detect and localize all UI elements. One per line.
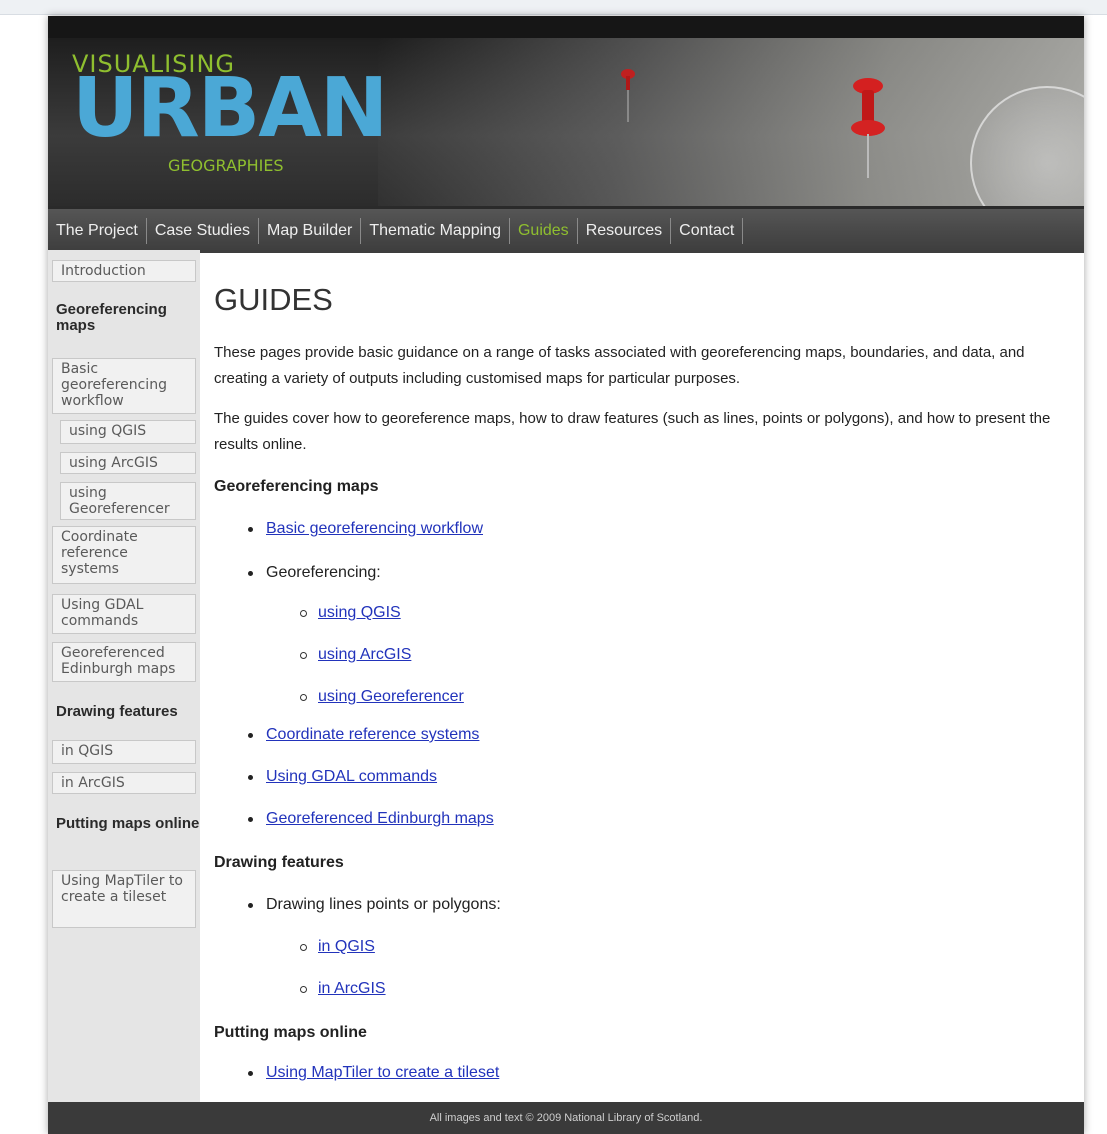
bullet-icon	[248, 775, 253, 780]
circle-bullet-icon	[300, 944, 307, 951]
site-footer: All images and text © 2009 National Libr…	[48, 1102, 1084, 1134]
list-item: Basic georeferencing workflow	[248, 520, 483, 538]
sidebar-item-edinburgh-maps[interactable]: Georeferenced Edinburgh maps	[52, 642, 196, 682]
heading-georeferencing-maps: Georeferencing maps	[214, 478, 379, 495]
circle-bullet-icon	[300, 610, 307, 617]
bullet-icon	[248, 527, 253, 532]
list-item: Using GDAL commands	[248, 768, 437, 786]
bullet-icon	[248, 817, 253, 822]
link-using-georeferencer[interactable]: using Georeferencer	[318, 688, 464, 705]
browser-top-strip	[0, 0, 1107, 15]
link-coordinate-reference-systems[interactable]: Coordinate reference systems	[266, 726, 479, 743]
georeferencing-label: Georeferencing:	[266, 564, 381, 581]
link-gdal-commands[interactable]: Using GDAL commands	[266, 768, 437, 785]
circle-bullet-icon	[300, 652, 307, 659]
logo-urban: URBAN	[72, 61, 388, 156]
sidebar-item-basic-workflow[interactable]: Basic georeferencing workflow	[52, 358, 196, 414]
link-basic-workflow[interactable]: Basic georeferencing workflow	[266, 520, 483, 537]
sidebar-item-introduction[interactable]: Introduction	[52, 260, 196, 282]
pin-icon	[621, 69, 635, 122]
list-item: Georeferenced Edinburgh maps	[248, 810, 494, 828]
logo-geographies: GEOGRAPHIES	[168, 156, 284, 175]
list-item: in QGIS	[300, 938, 375, 956]
sidebar-item-in-arcgis[interactable]: in ArcGIS	[52, 772, 196, 794]
sidebar-heading-georeferencing: Georeferencing maps	[56, 301, 167, 334]
drawing-label: Drawing lines points or polygons:	[266, 896, 501, 913]
list-item: Drawing lines points or polygons:	[248, 896, 501, 914]
nav-map-builder[interactable]: Map Builder	[259, 218, 362, 244]
sidebar-item-using-georeferencer[interactable]: using Georeferencer	[60, 482, 196, 520]
sidebar: Introduction Georeferencing maps Basic g…	[48, 250, 200, 1102]
guides-paragraph: The guides cover how to georeference map…	[214, 410, 1051, 453]
heading-putting-maps-online: Putting maps online	[214, 1024, 367, 1041]
page-container: VISUALISING URBAN GEOGRAPHIES The Projec…	[48, 16, 1084, 1134]
sidebar-heading-drawing: Drawing features	[56, 703, 178, 720]
link-using-arcgis[interactable]: using ArcGIS	[318, 646, 411, 663]
link-edinburgh-maps[interactable]: Georeferenced Edinburgh maps	[266, 810, 494, 827]
nav-case-studies[interactable]: Case Studies	[147, 218, 259, 244]
bullet-icon	[248, 733, 253, 738]
circle-bullet-icon	[300, 694, 307, 701]
list-item: Using MapTiler to create a tileset	[248, 1064, 499, 1082]
sidebar-heading-online: Putting maps online	[56, 815, 200, 832]
sidebar-item-maptiler[interactable]: Using MapTiler to create a tileset	[52, 870, 196, 928]
bullet-icon	[248, 571, 253, 576]
page-title: GUIDES	[214, 282, 333, 317]
red-pushpin-icon	[851, 78, 885, 178]
nav-resources[interactable]: Resources	[578, 218, 672, 244]
list-item: in ArcGIS	[300, 980, 386, 998]
list-item: Coordinate reference systems	[248, 726, 479, 744]
nav-contact[interactable]: Contact	[671, 218, 744, 244]
nav-guides[interactable]: Guides	[510, 218, 578, 244]
sidebar-item-coordinate-reference-systems[interactable]: Coordinate reference systems	[52, 526, 196, 584]
bullet-icon	[248, 1071, 253, 1076]
link-in-qgis[interactable]: in QGIS	[318, 938, 375, 955]
main-nav: The Project Case Studies Map Builder The…	[48, 206, 1084, 253]
heading-drawing-features: Drawing features	[214, 854, 344, 871]
link-using-qgis[interactable]: using QGIS	[318, 604, 401, 621]
sidebar-item-using-qgis[interactable]: using QGIS	[60, 420, 196, 444]
list-item: using ArcGIS	[300, 646, 411, 664]
list-item: using QGIS	[300, 604, 401, 622]
bullet-icon	[248, 903, 253, 908]
link-maptiler[interactable]: Using MapTiler to create a tileset	[266, 1064, 499, 1081]
sidebar-item-gdal-commands[interactable]: Using GDAL commands	[52, 594, 196, 634]
sidebar-item-using-arcgis[interactable]: using ArcGIS	[60, 452, 196, 474]
circle-bullet-icon	[300, 986, 307, 993]
site-banner: VISUALISING URBAN GEOGRAPHIES	[48, 16, 1084, 206]
link-in-arcgis[interactable]: in ArcGIS	[318, 980, 386, 997]
list-item: Georeferencing:	[248, 564, 381, 582]
nav-thematic-mapping[interactable]: Thematic Mapping	[361, 218, 510, 244]
sidebar-item-in-qgis[interactable]: in QGIS	[52, 740, 196, 764]
intro-paragraph: These pages provide basic guidance on a …	[214, 344, 1025, 387]
nav-the-project[interactable]: The Project	[48, 218, 147, 244]
list-item: using Georeferencer	[300, 688, 464, 706]
banner-top-bar	[48, 16, 1084, 38]
